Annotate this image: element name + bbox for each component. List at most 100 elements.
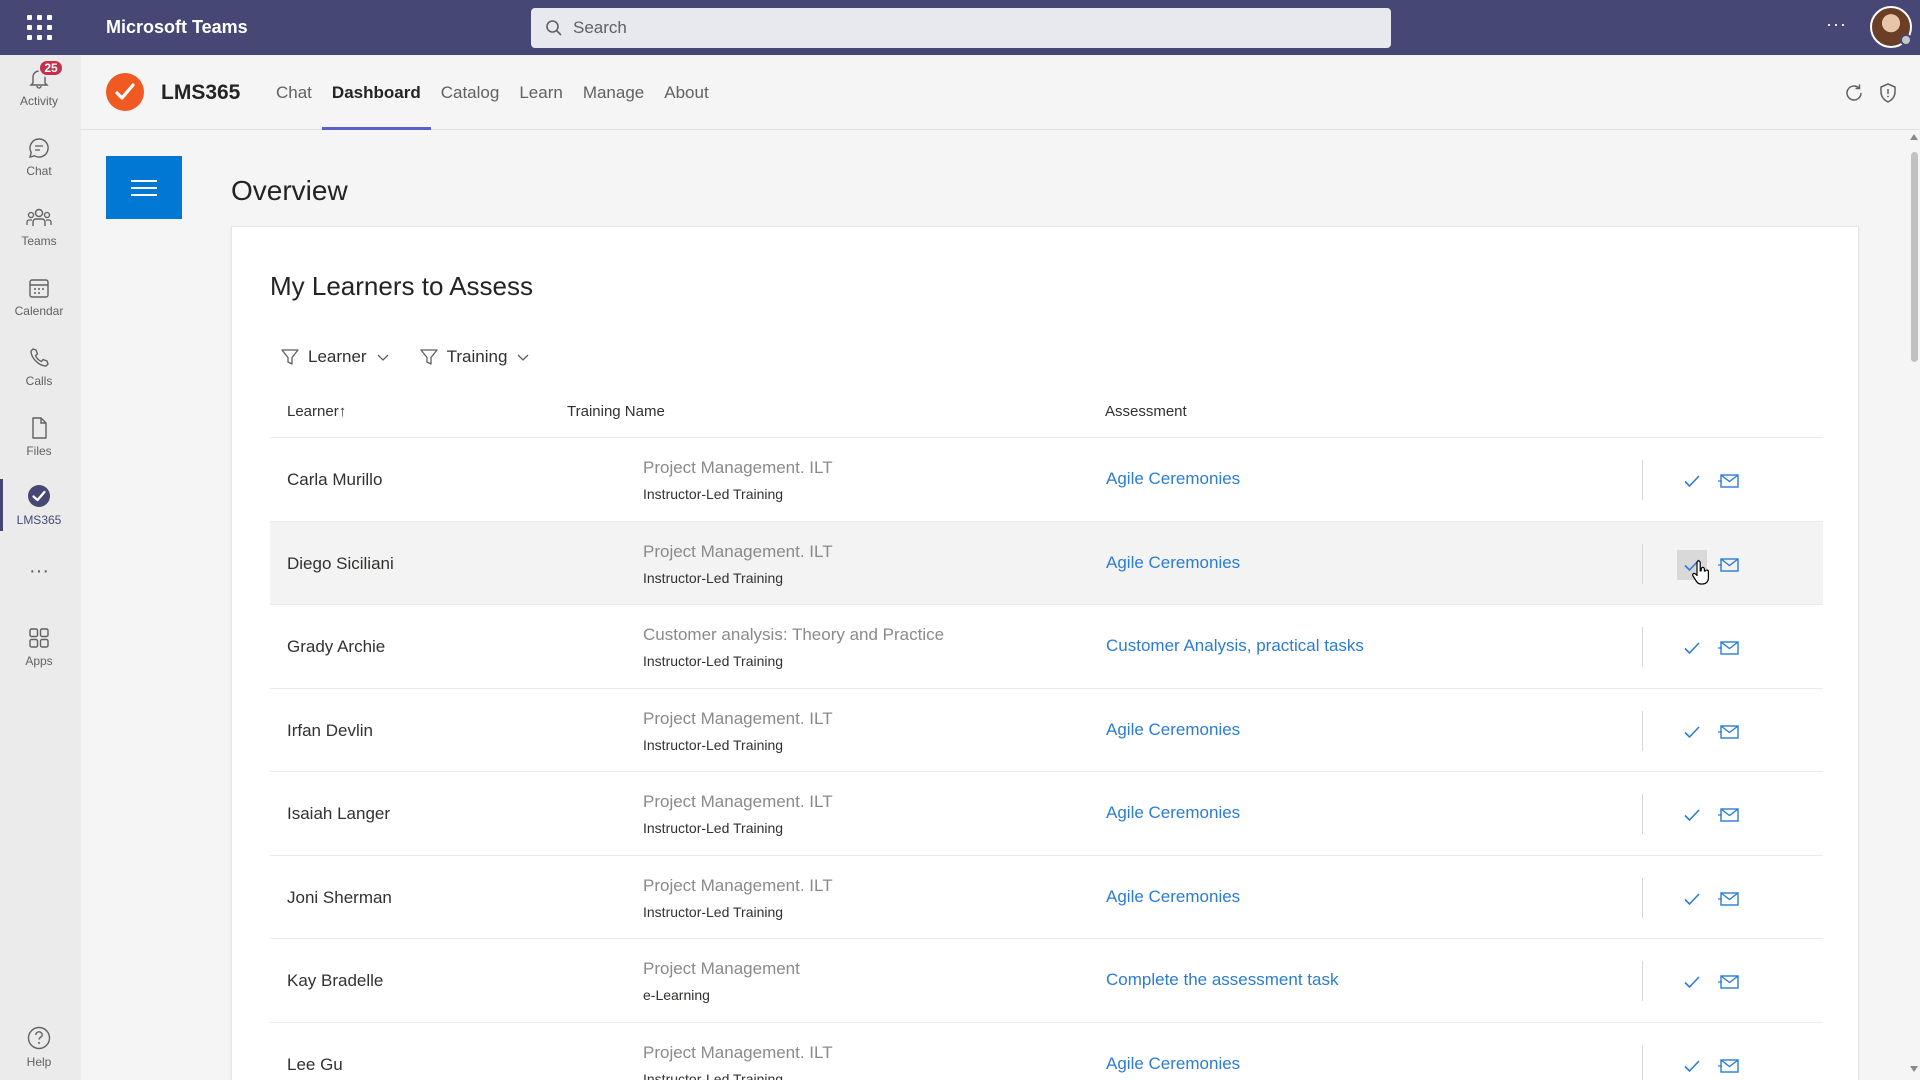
rail-item-label: Help: [26, 1055, 52, 1069]
training-type: Instructor-Led Training: [643, 903, 784, 920]
rail-item-activity[interactable]: 25 Activity: [0, 55, 78, 119]
approve-button[interactable]: [1677, 967, 1707, 997]
filter-learner[interactable]: Learner: [280, 347, 391, 367]
assessment-link[interactable]: Agile Ceremonies: [1106, 469, 1240, 489]
checkmark-icon: [1684, 1059, 1700, 1072]
rail-item-calendar[interactable]: Calendar: [0, 265, 78, 329]
filter-training[interactable]: Training: [419, 347, 532, 367]
rail-item-label: LMS365: [16, 513, 62, 527]
tab-chat[interactable]: Chat: [266, 55, 322, 130]
file-icon: [32, 417, 47, 439]
rail-item-files[interactable]: Files: [0, 405, 78, 469]
left-rail: 25 Activity Chat Teams Calendar Calls Fi…: [0, 55, 81, 1080]
search-input[interactable]: Search: [531, 7, 1391, 48]
learners-table: Carla Murillo Project Management. ILT In…: [270, 437, 1823, 1080]
scroll-up-arrow-icon[interactable]: [1910, 134, 1918, 140]
more-apps-button[interactable]: ···: [0, 560, 78, 583]
rail-item-lms365[interactable]: LMS365: [0, 473, 78, 537]
filter-label: Learner: [308, 347, 367, 366]
learner-name: Isaiah Langer: [287, 804, 391, 823]
approve-button[interactable]: [1677, 717, 1707, 747]
assessment-link[interactable]: Agile Ceremonies: [1106, 1054, 1240, 1074]
send-message-button[interactable]: [1714, 550, 1744, 580]
rail-item-apps[interactable]: Apps: [0, 615, 78, 679]
column-header-learner[interactable]: Learner↑: [287, 403, 346, 420]
tab-about[interactable]: About: [654, 55, 718, 130]
shield-icon[interactable]: [1877, 82, 1899, 104]
search-icon: [546, 19, 562, 36]
tab-catalog[interactable]: Catalog: [431, 55, 510, 130]
rail-item-calls[interactable]: Calls: [0, 335, 78, 399]
mail-icon: [1718, 975, 1739, 989]
tab-dashboard[interactable]: Dashboard: [321, 55, 431, 130]
training-cell: Project Management e-Learning: [643, 959, 800, 1003]
mail-icon: [1718, 474, 1739, 488]
sort-ascending-icon: ↑: [338, 403, 347, 420]
page-title: Overview: [231, 175, 348, 206]
assessment-link[interactable]: Agile Ceremonies: [1106, 803, 1240, 823]
assessment-link[interactable]: Customer Analysis, practical tasks: [1106, 636, 1364, 656]
send-message-button[interactable]: [1714, 1051, 1744, 1080]
send-message-button[interactable]: [1714, 717, 1744, 747]
rail-item-help[interactable]: Help: [0, 1015, 78, 1079]
assessment-link[interactable]: Agile Ceremonies: [1106, 720, 1240, 740]
hamburger-icon: [131, 175, 157, 201]
table-row: Joni Sherman Project Management. ILT Ins…: [270, 854, 1823, 939]
vertical-scrollbar[interactable]: [1908, 130, 1920, 1080]
column-header-training[interactable]: Training Name: [567, 403, 665, 420]
send-message-button[interactable]: [1714, 800, 1744, 830]
refresh-icon[interactable]: [1843, 82, 1865, 104]
rail-item-label: Teams: [21, 234, 57, 248]
assessment-link[interactable]: Agile Ceremonies: [1106, 553, 1240, 573]
tab-manage[interactable]: Manage: [573, 55, 654, 130]
activity-badge: 25: [38, 59, 64, 77]
more-options-button[interactable]: ···: [1826, 14, 1847, 35]
send-message-button[interactable]: [1714, 967, 1744, 997]
tab-learn[interactable]: Learn: [509, 55, 572, 130]
rail-item-chat[interactable]: Chat: [0, 125, 78, 189]
assessment-link[interactable]: Complete the assessment task: [1106, 970, 1338, 990]
learner-name: Diego Siciliani: [287, 553, 394, 573]
column-header-assessment[interactable]: Assessment: [1105, 403, 1187, 420]
card-title: My Learners to Assess: [270, 271, 533, 301]
approve-button[interactable]: [1677, 884, 1707, 914]
approve-button[interactable]: [1677, 466, 1707, 496]
app-launcher-button[interactable]: [0, 0, 78, 55]
app-header: LMS365 Chat Dashboard Catalog Learn Mana…: [81, 55, 1920, 130]
training-type: Instructor-Led Training: [643, 1070, 784, 1080]
assessment-link[interactable]: Agile Ceremonies: [1106, 887, 1240, 907]
training-type: Instructor-Led Training: [643, 820, 784, 836]
scroll-down-arrow-icon[interactable]: [1910, 1066, 1918, 1072]
lms365-icon: [28, 485, 50, 507]
training-name: Project Management. ILT: [643, 458, 833, 477]
scrollbar-thumb[interactable]: [1911, 152, 1918, 362]
mail-icon: [1718, 724, 1739, 739]
training-cell: Project Management. ILT Instructor-Led T…: [643, 876, 833, 920]
rail-item-teams[interactable]: Teams: [0, 195, 78, 259]
app-name: LMS365: [161, 81, 241, 104]
table-row: Isaiah Langer Project Management. ILT In…: [270, 771, 1823, 855]
table-row: Carla Murillo Project Management. ILT In…: [270, 437, 1823, 521]
approve-button[interactable]: [1677, 800, 1707, 830]
app-title: Microsoft Teams: [106, 17, 248, 37]
training-name: Project Management. ILT: [643, 792, 833, 811]
help-icon: [27, 1026, 51, 1050]
row-divider: [1642, 627, 1643, 667]
teams-top-bar: Microsoft Teams Search ···: [0, 0, 1920, 55]
approve-button[interactable]: [1677, 633, 1707, 663]
checkmark-icon: [1684, 809, 1700, 822]
waffle-icon: [26, 15, 52, 40]
training-name: Project Management. ILT: [643, 875, 833, 895]
mail-icon: [1718, 891, 1739, 906]
table-row: Grady Archie Customer analysis: Theory a…: [270, 604, 1823, 688]
mail-icon: [1718, 1058, 1739, 1073]
hamburger-menu-button[interactable]: [106, 156, 182, 219]
send-message-button[interactable]: [1714, 633, 1744, 663]
training-cell: Project Management. ILT Instructor-Led T…: [643, 792, 833, 836]
send-message-button[interactable]: [1714, 466, 1744, 496]
phone-icon: [30, 348, 49, 367]
mail-icon: [1718, 557, 1739, 572]
send-message-button[interactable]: [1714, 884, 1744, 914]
approve-button[interactable]: [1677, 1051, 1707, 1080]
checkmark-icon: [1684, 642, 1700, 655]
